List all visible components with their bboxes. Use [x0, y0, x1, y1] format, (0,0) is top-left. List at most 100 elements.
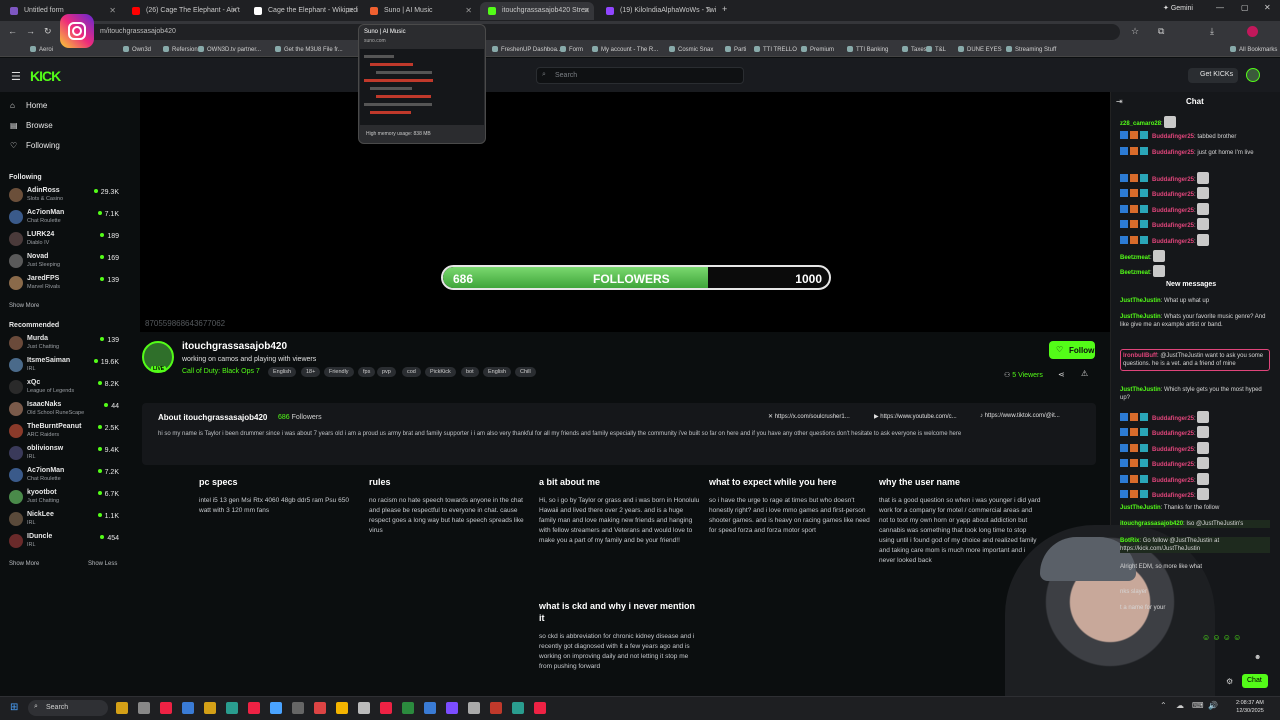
bookmark-item[interactable]: Taxes — [902, 46, 927, 53]
send-chat-button[interactable]: Chat — [1242, 674, 1268, 688]
sidebar-channel-itsmesaiman[interactable]: ItsmeSaiman IRL 19.6K — [9, 356, 121, 377]
browser-tab[interactable]: itouchgrassasajob420 Strea ✕ — [480, 2, 594, 20]
taskbar-app-icon[interactable] — [358, 702, 370, 714]
minimize-icon[interactable]: — — [1216, 3, 1224, 12]
taskbar-app-icon[interactable] — [248, 702, 260, 714]
menu-icon[interactable]: ☰ — [11, 70, 21, 83]
browser-tab[interactable]: Suno | AI Music ✕ — [362, 2, 476, 20]
chat-username[interactable]: JustTheJustin — [1120, 387, 1161, 393]
chat-username[interactable]: JustTheJustin — [1120, 298, 1161, 304]
social-link[interactable]: ▶ https://www.youtube.com/c... — [874, 413, 957, 420]
taskbar-app-icon[interactable] — [336, 702, 348, 714]
taskbar-app-icon[interactable] — [402, 702, 414, 714]
sidebar-nav-following[interactable]: ♡ Following — [10, 141, 60, 150]
stream-tag[interactable]: English — [268, 367, 297, 377]
search-input[interactable]: ⌕ Search — [536, 67, 744, 84]
bookmark-item[interactable]: FreshenUP Dashboa... — [492, 46, 562, 53]
chat-username[interactable]: JustTheJustin — [1120, 314, 1161, 320]
taskbar-app-icon[interactable] — [490, 702, 502, 714]
share-icon[interactable]: ⋖ — [1058, 370, 1065, 379]
bookmark-item[interactable]: My account - The R... — [592, 46, 658, 53]
show-more-following[interactable]: Show More — [9, 303, 39, 309]
report-icon[interactable]: ⚠ — [1081, 369, 1088, 378]
stream-tag[interactable]: Friendly — [324, 367, 354, 377]
forward-icon[interactable]: → — [26, 26, 35, 36]
stream-tag[interactable]: English — [483, 367, 512, 377]
browser-tab[interactable]: (26) Cage The Elephant - Ain't I ✕ — [124, 2, 242, 20]
chat-username[interactable]: Buddafinger25 — [1152, 447, 1194, 453]
channel-name[interactable]: itouchgrassasajob420 — [182, 341, 287, 352]
social-link[interactable]: ✕ https://x.com/soulcrusher1... — [768, 413, 850, 420]
taskbar-app-icon[interactable] — [314, 702, 326, 714]
tray-icon[interactable]: ☁ — [1176, 701, 1184, 710]
taskbar-app-icon[interactable] — [534, 702, 546, 714]
stream-tag[interactable]: pvp — [377, 367, 396, 377]
bookmark-item[interactable]: Aeroi — [30, 46, 53, 53]
tab-close-icon[interactable]: ✕ — [465, 6, 472, 15]
chat-username[interactable]: Buddafinger25 — [1152, 192, 1194, 198]
chat-username[interactable]: z28_camaro28 — [1120, 121, 1161, 127]
reload-icon[interactable]: ↻ — [44, 26, 52, 37]
profile-avatar[interactable] — [1247, 26, 1258, 37]
browser-tab[interactable]: Cage the Elephant - Wikipedia ✕ — [246, 2, 358, 20]
tray-icon[interactable]: ⌃ — [1160, 701, 1167, 710]
bookmark-item[interactable]: Streaming Stuff — [1006, 46, 1056, 53]
extensions-icon[interactable]: ⧉ — [1158, 26, 1164, 37]
bookmark-item[interactable]: OWN3D.tv partner... — [198, 46, 261, 53]
chat-username[interactable]: BotRix — [1120, 538, 1139, 544]
chat-username[interactable]: Buddafinger25 — [1152, 134, 1194, 140]
taskbar-app-icon[interactable] — [226, 702, 238, 714]
tray-icon[interactable]: 🔊 — [1208, 701, 1218, 710]
chat-username[interactable]: Buddafinger25 — [1152, 208, 1194, 214]
star-icon[interactable]: ☆ — [1131, 26, 1139, 37]
sidebar-channel-kyootbot[interactable]: kyootbot Just Chatting 6.7K — [9, 488, 121, 509]
bookmark-item[interactable]: Refersion — [163, 46, 198, 53]
browser-tab[interactable]: (19) KiloIndiaAlphaWoWs - Twi ✕ — [598, 2, 716, 20]
bookmark-item[interactable]: Parti — [725, 46, 746, 53]
taskbar-app-icon[interactable] — [138, 702, 150, 714]
sidebar-channel-ac7ionman[interactable]: Ac7ionMan Chat Roulette 7.2K — [9, 466, 121, 487]
chat-username[interactable]: Buddafinger25 — [1152, 239, 1194, 245]
taskbar-app-icon[interactable] — [446, 702, 458, 714]
close-window-icon[interactable]: ✕ — [1264, 3, 1271, 12]
stream-tag[interactable]: Chill — [515, 367, 536, 377]
bookmark-item[interactable]: Form — [560, 46, 583, 53]
chat-username[interactable]: Buddafinger25 — [1152, 431, 1194, 437]
sidebar-channel-oblivionsw[interactable]: oblivionsw IRL 9.4K — [9, 444, 121, 465]
gemini-button[interactable]: ✦ Gemini — [1163, 4, 1193, 12]
taskbar-app-icon[interactable] — [424, 702, 436, 714]
stream-tag[interactable]: bot — [461, 367, 479, 377]
new-tab-icon[interactable]: + — [722, 4, 727, 14]
kick-logo[interactable]: KICK — [30, 68, 61, 84]
windows-start-icon[interactable]: ⊞ — [10, 702, 18, 713]
taskbar-app-icon[interactable] — [116, 702, 128, 714]
taskbar-app-icon[interactable] — [182, 702, 194, 714]
tab-close-icon[interactable]: ✕ — [109, 6, 116, 15]
chat-username[interactable]: itouchgrassasajob420 — [1120, 521, 1183, 527]
sidebar-channel-adinross[interactable]: AdinRoss Slots & Casino 29.3K — [9, 186, 121, 207]
chat-username[interactable]: Buddafinger25 — [1152, 150, 1194, 156]
bookmark-item[interactable]: Cosmic Snax — [669, 46, 713, 53]
taskbar-app-icon[interactable] — [160, 702, 172, 714]
bookmark-item[interactable]: T&L — [926, 46, 946, 53]
sidebar-channel-theburntpeanut[interactable]: TheBurntPeanut ARC Raiders 2.5K — [9, 422, 121, 443]
get-kicks-button[interactable]: Get KICKs — [1188, 68, 1238, 83]
social-link[interactable]: ♪ https://www.tiktok.com/@it... — [980, 413, 1060, 419]
emoji-icon[interactable]: ☻ — [1254, 654, 1261, 661]
sidebar-channel-jaredfps[interactable]: JaredFPS Marvel Rivals 139 — [9, 274, 121, 295]
chat-username[interactable]: Beetzmeat — [1120, 270, 1150, 276]
collapse-chat-icon[interactable]: ⇥ — [1116, 97, 1123, 106]
bookmark-item[interactable]: TTI TRELLO — [754, 46, 797, 53]
stream-tag[interactable]: PickKick — [425, 367, 456, 377]
sidebar-channel-xqc[interactable]: xQc League of Legends 8.2K — [9, 378, 121, 399]
browser-tab[interactable]: Untitled form ✕ — [2, 2, 120, 20]
follow-button[interactable]: ♡ Follow — [1049, 341, 1095, 359]
maximize-icon[interactable]: ▢ — [1241, 3, 1249, 12]
show-more-recommended[interactable]: Show More — [9, 561, 39, 567]
settings-icon[interactable]: ⚙ — [1226, 677, 1233, 686]
bookmark-item[interactable]: Get the M3U8 File fr... — [275, 46, 343, 53]
stream-tag[interactable]: cod — [402, 367, 421, 377]
taskbar-app-icon[interactable] — [270, 702, 282, 714]
tab-close-icon[interactable]: ✕ — [347, 6, 354, 15]
chat-username[interactable]: JustTheJustin — [1120, 505, 1161, 511]
